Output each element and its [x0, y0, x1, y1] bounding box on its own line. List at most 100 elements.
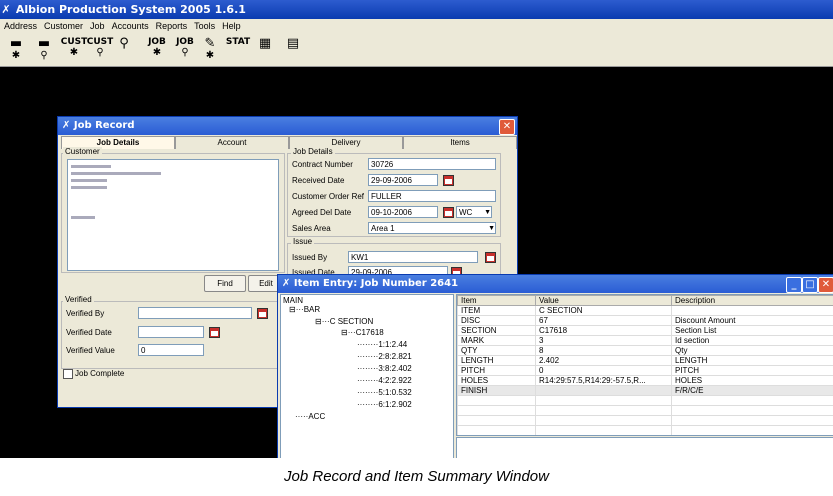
- value-cell: 8: [535, 345, 672, 356]
- item-entry-icon: ✗: [282, 278, 294, 289]
- toolbar-edit-button[interactable]: ✎ ✱: [202, 37, 218, 63]
- item-grid: Item Value Description ITEM C SECTION DISC…: [456, 294, 833, 436]
- tree-leaf[interactable]: ········5:1:0.532: [357, 388, 412, 397]
- toolbar-find-job-button[interactable]: JOB ⚲: [174, 37, 196, 63]
- app-titlebar[interactable]: ✗ Albion Production System 2005 1.6.1: [0, 0, 833, 19]
- item-cell: MARK: [457, 335, 536, 346]
- table-row[interactable]: SECTION C17618 Section List: [457, 325, 833, 336]
- value-cell: 3: [535, 335, 672, 346]
- menu-help[interactable]: Help: [222, 21, 241, 31]
- collapse-icon[interactable]: ⊟: [341, 328, 348, 337]
- agreed-del-date-field[interactable]: 09-10-2006: [368, 206, 438, 218]
- table-row[interactable]: QTY 8 Qty: [457, 345, 833, 356]
- tree-node-c-section[interactable]: ⊟···C SECTION: [315, 317, 373, 326]
- app-window: ✗ Albion Production System 2005 1.6.1 Ad…: [0, 0, 833, 458]
- tree-leaf[interactable]: ········6:1:2.902: [357, 400, 412, 409]
- empty-cell: [535, 395, 672, 406]
- table-row[interactable]: HOLES R14:29:57.5,R14:29:-57.5,R... HOLES: [457, 375, 833, 386]
- maximize-icon[interactable]: □: [802, 277, 818, 293]
- table-row-empty[interactable]: [458, 436, 833, 437]
- table-row[interactable]: LENGTH 2.402 LENGTH: [457, 355, 833, 366]
- column-header-value[interactable]: Value: [535, 295, 672, 306]
- toolbar-find-address-button[interactable]: ▬ ⚲: [36, 37, 52, 63]
- tree-leaf[interactable]: ········3:8:2.402: [357, 364, 412, 373]
- tree-leaf[interactable]: ········1:1:2.44: [357, 340, 407, 349]
- close-icon[interactable]: ✕: [499, 119, 515, 135]
- toolbar-new-customer-button[interactable]: CUST ✱: [61, 37, 88, 63]
- verified-by-field[interactable]: [138, 307, 252, 319]
- toolbar-find-customer-button[interactable]: CUST ⚲: [87, 37, 114, 63]
- menu-customer[interactable]: Customer: [44, 21, 83, 31]
- toolbar-new-job-button[interactable]: JOB ✱: [146, 37, 168, 63]
- sales-area-label: Sales Area: [292, 224, 331, 233]
- calendar-icon[interactable]: [209, 327, 220, 338]
- collapse-icon[interactable]: ⊟: [315, 317, 322, 326]
- menu-tools[interactable]: Tools: [194, 21, 215, 31]
- tree-node-main[interactable]: MAIN: [283, 296, 303, 305]
- table-row-empty[interactable]: [457, 415, 833, 426]
- blurred-text: [71, 186, 107, 189]
- app-icon: ✗: [1, 3, 11, 16]
- blurred-text: [71, 172, 161, 175]
- collapse-icon[interactable]: ⊟: [289, 305, 296, 314]
- table-row[interactable]: PITCH 0 PITCH: [457, 365, 833, 376]
- toolbar-form-button[interactable]: ▤: [284, 37, 302, 63]
- description-cell: Section List: [671, 325, 833, 336]
- contract-number-field[interactable]: 30726: [368, 158, 496, 170]
- item-entry-titlebar[interactable]: ✗ Item Entry: Job Number 2641 _ □ ✕: [278, 275, 833, 293]
- calendar-icon[interactable]: [443, 175, 454, 186]
- verified-value-field[interactable]: 0: [138, 344, 204, 356]
- table-row-empty[interactable]: [457, 405, 833, 416]
- table-row-empty[interactable]: [457, 395, 833, 406]
- find-button[interactable]: Find: [204, 275, 246, 292]
- column-header-description[interactable]: Description: [671, 295, 833, 306]
- calendar-icon[interactable]: [485, 252, 496, 263]
- agreed-del-select[interactable]: WC ▼: [456, 206, 492, 218]
- value-cell: 67: [535, 315, 672, 326]
- table-row[interactable]: DISC 67 Discount Amount: [457, 315, 833, 326]
- received-date-field[interactable]: 29-09-2006: [368, 174, 438, 186]
- job-record-titlebar[interactable]: ✗ Job Record ✕: [58, 117, 517, 135]
- sales-area-select[interactable]: Area 1 ▼: [368, 222, 496, 234]
- tree-node-c17618[interactable]: ⊟···C17618: [341, 328, 384, 337]
- table-row[interactable]: MARK 3 Id section: [457, 335, 833, 346]
- menu-accounts[interactable]: Accounts: [112, 21, 149, 31]
- empty-cell: [671, 395, 833, 406]
- job-complete-checkbox[interactable]: [63, 369, 73, 379]
- menu-address[interactable]: Address: [4, 21, 37, 31]
- tree-view: MAIN ⊟···BAR ⊟···C SECTION ⊟···C17618 ··…: [281, 295, 453, 458]
- empty-cell: [535, 425, 672, 435]
- close-icon[interactable]: ✕: [818, 277, 833, 293]
- item-notes-field[interactable]: [456, 437, 833, 458]
- toolbar-search-button[interactable]: ⚲: [116, 37, 132, 63]
- job-complete-label: Job Complete: [75, 369, 125, 378]
- toolbar-stat-button[interactable]: STAT: [226, 37, 250, 63]
- tree-leaf[interactable]: ········2:8:2.821: [357, 352, 412, 361]
- table-row-empty[interactable]: [457, 425, 833, 435]
- customer-order-ref-field[interactable]: FULLER: [368, 190, 496, 202]
- value-cell: C SECTION: [535, 305, 672, 316]
- menu-job[interactable]: Job: [90, 21, 105, 31]
- calendar-icon[interactable]: [257, 308, 268, 319]
- table-header-row: Item Value Description: [457, 295, 833, 306]
- tab-account[interactable]: Account: [175, 136, 289, 149]
- toolbar-calendar-button[interactable]: ▦: [256, 37, 274, 63]
- table-row[interactable]: FINISH F/R/C/E: [457, 385, 833, 396]
- customer-group-label: Customer: [63, 147, 102, 156]
- empty-cell: [671, 415, 833, 426]
- column-header-item[interactable]: Item: [457, 295, 536, 306]
- empty-cell: [457, 425, 536, 435]
- tree-node-acc[interactable]: ·····ACC: [295, 412, 325, 421]
- blurred-text: [71, 216, 95, 219]
- value-cell: R14:29:57.5,R14:29:-57.5,R...: [535, 375, 672, 386]
- calendar-icon[interactable]: [443, 207, 454, 218]
- table-row[interactable]: ITEM C SECTION: [457, 305, 833, 316]
- tree-leaf[interactable]: ········4:2:2.922: [357, 376, 412, 385]
- verified-date-field[interactable]: [138, 326, 204, 338]
- toolbar-new-address-button[interactable]: ▬ ✱: [8, 37, 24, 63]
- tab-items[interactable]: Items: [403, 136, 517, 149]
- tree-node-bar[interactable]: ⊟···BAR: [289, 305, 320, 314]
- menu-reports[interactable]: Reports: [156, 21, 188, 31]
- minimize-icon[interactable]: _: [786, 277, 802, 293]
- issued-by-field[interactable]: KW1: [348, 251, 478, 263]
